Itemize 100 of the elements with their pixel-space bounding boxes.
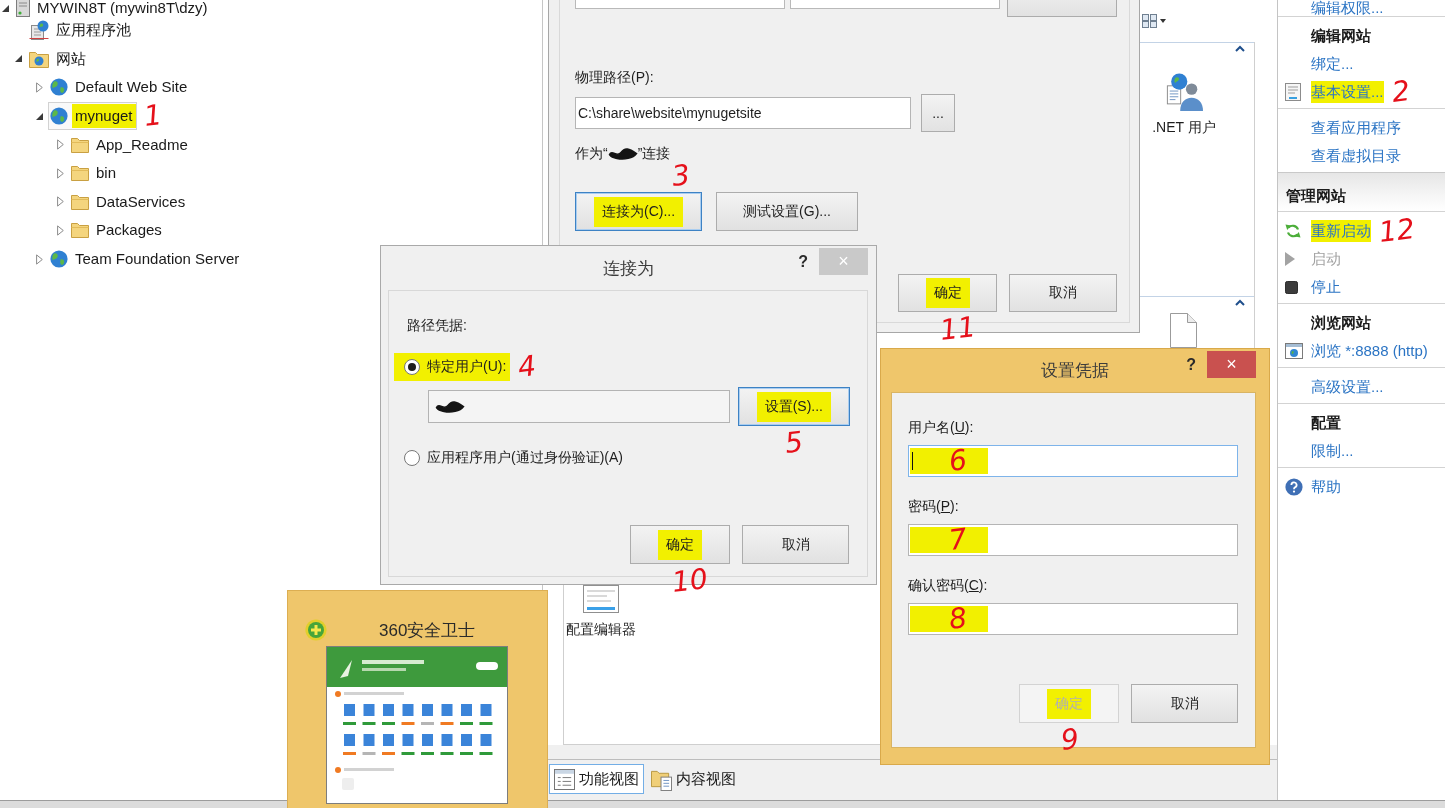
tree-item[interactable]: App_Readme xyxy=(93,132,191,157)
refresh-icon xyxy=(1285,223,1301,239)
plus-circle-icon xyxy=(305,619,327,641)
collapsed-arrow-icon[interactable] xyxy=(56,139,64,151)
user-globe-icon[interactable] xyxy=(1165,73,1203,111)
input-field[interactable] xyxy=(428,390,730,423)
dialog-button[interactable]: 测试设置(G)... xyxy=(716,192,858,231)
folder-icon xyxy=(71,136,89,153)
section-heading: 浏览网站 xyxy=(1311,313,1371,333)
dialog-button[interactable]: 确定 xyxy=(630,525,730,564)
field-label: 密码(P): xyxy=(908,497,959,515)
annotation-number: 7 xyxy=(947,525,969,555)
input-field[interactable]: 6 xyxy=(908,445,1238,477)
chevron-up-icon[interactable] xyxy=(1235,45,1245,52)
text-caret xyxy=(912,452,913,470)
document-icon[interactable] xyxy=(1169,313,1197,348)
action-link[interactable]: 查看应用程序 xyxy=(1311,117,1401,139)
dialog-button[interactable]: 取消 xyxy=(742,525,849,564)
view-grid-icon[interactable] xyxy=(1142,14,1166,28)
radio-button[interactable] xyxy=(404,450,420,466)
tree-item[interactable]: bin xyxy=(93,161,120,186)
collapsed-arrow-icon[interactable] xyxy=(35,253,43,265)
feature-label[interactable]: .NET 用户 xyxy=(1152,119,1216,137)
folder-icon xyxy=(71,165,89,182)
form-icon xyxy=(1285,83,1301,101)
annotation-number: 11 xyxy=(938,312,977,346)
field-label: 物理路径(P): xyxy=(575,68,654,86)
action-link[interactable]: 编辑权限... xyxy=(1311,0,1384,16)
collapsed-arrow-icon[interactable] xyxy=(56,224,64,236)
action-link[interactable]: 重新启动 xyxy=(1311,220,1371,242)
annotation-number: 4 xyxy=(516,352,538,382)
path-field[interactable]: C:\share\website\mynugetsite xyxy=(575,97,911,129)
server-icon xyxy=(16,0,30,17)
close-button[interactable]: × xyxy=(1207,351,1256,378)
action-link[interactable]: 帮助 xyxy=(1311,476,1341,498)
section-heading: 配置 xyxy=(1311,413,1341,433)
tree-item[interactable]: Default Web Site xyxy=(72,75,191,100)
action-link[interactable]: 浏览 *:8888 (http) xyxy=(1311,340,1428,362)
tree-item[interactable]: 应用程序池 xyxy=(53,18,134,43)
tree-item[interactable]: 网站 xyxy=(53,46,89,71)
action-link[interactable]: 绑定... xyxy=(1311,53,1354,75)
expanded-arrow-icon[interactable] xyxy=(1,4,9,12)
dialog-button[interactable]: 设置(S)... xyxy=(737,387,850,426)
tree-item[interactable]: Packages xyxy=(93,218,165,243)
action-link[interactable]: 限制... xyxy=(1311,440,1354,462)
feature-label[interactable]: 配置编辑器 xyxy=(566,621,636,639)
section-label: 路径凭据: xyxy=(407,316,467,334)
input-field[interactable]: 8 xyxy=(908,603,1238,635)
radio-label[interactable]: 特定用户(U): xyxy=(427,358,507,376)
note-text: ”连接 xyxy=(637,145,671,163)
chevron-up-icon[interactable] xyxy=(1235,299,1245,306)
view-tab[interactable]: 功能视图 xyxy=(549,764,644,794)
browse-button[interactable]: ... xyxy=(921,94,955,132)
browser-globe-icon xyxy=(1285,343,1303,359)
globe-icon xyxy=(50,107,68,126)
annotation-number: 9 xyxy=(1059,725,1081,755)
annotation-number: 12 xyxy=(1377,214,1417,248)
taskbar-preview[interactable]: 360安全卫士 xyxy=(287,590,548,808)
radio-label[interactable]: 应用程序用户(通过身份验证)(A) xyxy=(427,449,623,467)
field-label: 用户名(U): xyxy=(908,418,974,436)
input-field[interactable]: 7 xyxy=(908,524,1238,556)
globe-icon xyxy=(50,250,68,269)
globe-icon xyxy=(50,78,68,97)
dialog-button[interactable]: 取消 xyxy=(1131,684,1238,723)
app-title: 360安全卫士 xyxy=(379,619,476,642)
action-link[interactable]: 高级设置... xyxy=(1311,376,1384,398)
tree-item[interactable]: mynuget xyxy=(72,104,136,129)
tree-item[interactable]: DataServices xyxy=(93,189,189,214)
field-label: 确认密码(C): xyxy=(908,576,988,594)
annotation-number: 5 xyxy=(783,428,805,458)
collapsed-arrow-icon[interactable] xyxy=(35,82,43,93)
annotation-number: 8 xyxy=(947,604,969,634)
action-link[interactable]: 查看虚拟目录 xyxy=(1311,145,1401,167)
dialog-button[interactable]: 取消 xyxy=(1009,274,1117,312)
stop-icon xyxy=(1285,280,1298,294)
folder-icon xyxy=(71,193,89,210)
collapsed-arrow-icon[interactable] xyxy=(56,167,64,179)
dialog-title: 连接为 xyxy=(603,257,654,280)
action-link[interactable]: 停止 xyxy=(1311,276,1341,298)
expanded-arrow-icon[interactable] xyxy=(14,55,22,63)
annotation-number: 1 xyxy=(141,101,163,132)
folder-icon xyxy=(71,222,89,239)
tree-item[interactable]: Team Foundation Server xyxy=(72,247,243,272)
help-button[interactable]: ? xyxy=(1186,354,1196,375)
help-icon xyxy=(1285,478,1303,496)
dialog-button[interactable]: 连接为(C)... xyxy=(575,192,703,231)
tree-item[interactable]: MYWIN8T (mywin8T\dzy) xyxy=(34,1,211,15)
help-button[interactable]: ? xyxy=(798,251,808,272)
radio-button[interactable] xyxy=(404,359,420,375)
annotation-number: 10 xyxy=(670,564,710,598)
annotation-number: 6 xyxy=(947,446,969,476)
play-icon xyxy=(1285,252,1295,266)
annotation-number: 2 xyxy=(1389,77,1411,107)
window-icon[interactable] xyxy=(583,585,619,613)
action-link[interactable]: 基本设置... xyxy=(1311,81,1384,103)
view-tab[interactable]: 内容视图 xyxy=(646,764,741,794)
expanded-arrow-icon[interactable] xyxy=(35,112,43,120)
dialog-button[interactable]: 确定 xyxy=(898,274,997,312)
app-pool-icon xyxy=(29,20,49,41)
collapsed-arrow-icon[interactable] xyxy=(56,196,64,208)
